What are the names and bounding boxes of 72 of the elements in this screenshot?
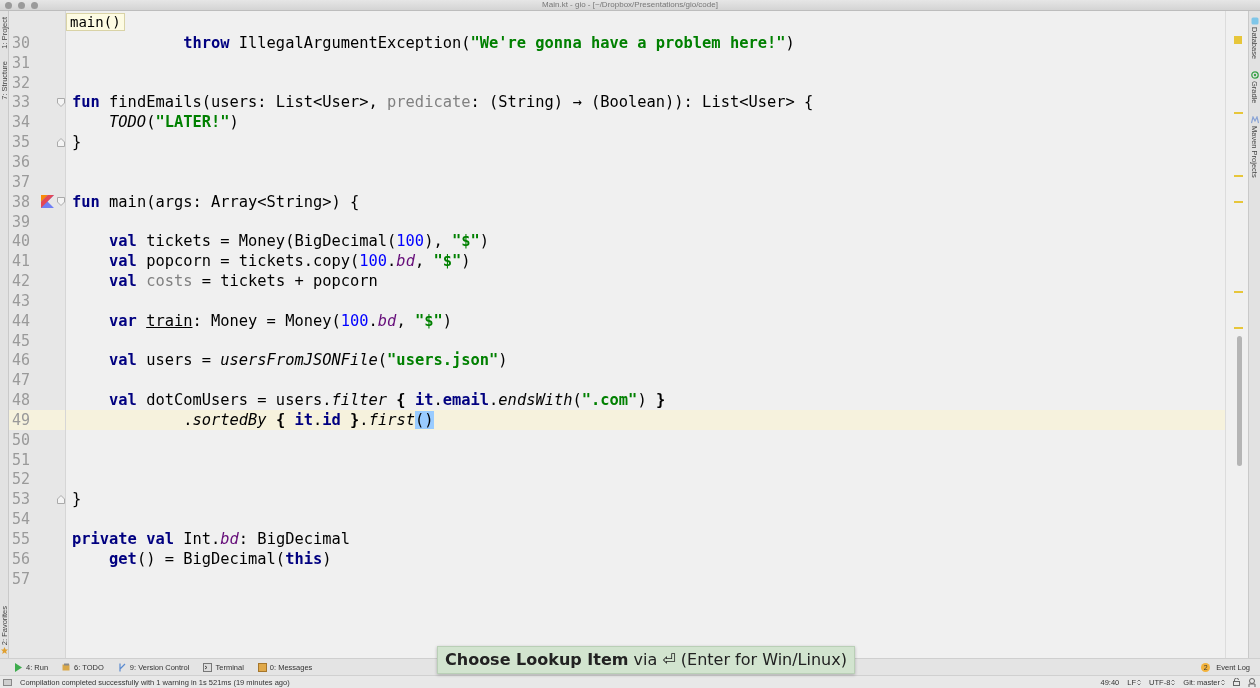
lock-icon bbox=[1233, 678, 1240, 686]
code-line: fun main(args: Array<String>) { bbox=[72, 192, 360, 211]
line-number: 55 bbox=[12, 530, 31, 548]
stripe-mark[interactable] bbox=[1234, 327, 1243, 329]
breadcrumb[interactable]: main() bbox=[66, 13, 125, 31]
line-number: 30 bbox=[12, 33, 31, 52]
kotlin-run-icon bbox=[41, 195, 54, 209]
database-icon bbox=[1250, 17, 1259, 25]
gradle-icon bbox=[1250, 71, 1259, 80]
line-number: 51 bbox=[12, 450, 31, 469]
code-line: var train: Money = Money(100.bd, "$") bbox=[108, 311, 453, 330]
code-line: val costs = tickets + popcorn bbox=[108, 272, 378, 291]
line-number: 56 bbox=[12, 549, 31, 568]
line-number: 47 bbox=[12, 371, 31, 390]
line-number: 31 bbox=[12, 53, 31, 72]
fold-icon bbox=[57, 97, 65, 107]
line-number: 49 bbox=[12, 410, 31, 429]
code-line: } bbox=[72, 490, 82, 509]
messages-icon bbox=[257, 662, 267, 672]
line-number: 54 bbox=[12, 510, 31, 529]
warning-indicator[interactable] bbox=[1234, 36, 1242, 44]
code-line: private val Int.bd: BigDecimal bbox=[72, 530, 351, 548]
star-icon bbox=[0, 647, 8, 654]
line-number: 34 bbox=[12, 113, 31, 132]
code-line: TODO("LATER!") bbox=[108, 113, 239, 132]
line-number: 37 bbox=[12, 172, 31, 191]
code-line: val tickets = Money(BigDecimal(100), "$") bbox=[108, 232, 490, 251]
stripe-mark[interactable] bbox=[1234, 291, 1243, 293]
line-number: 40 bbox=[12, 232, 31, 251]
inspector-icon bbox=[1248, 677, 1256, 687]
window-title: Main.kt - gio - [~/Dropbox/Presentations/gio/code] bbox=[542, 0, 718, 9]
line-number: 32 bbox=[12, 73, 31, 92]
stripe-mark[interactable] bbox=[1234, 112, 1243, 114]
code-line: val dotComUsers = users.filter { it.email.endsWith(".com") } bbox=[108, 391, 666, 410]
stripe-mark[interactable] bbox=[1234, 175, 1243, 177]
fold-icon bbox=[57, 197, 65, 207]
fold-icon bbox=[57, 137, 65, 147]
stripe-mark[interactable] bbox=[1234, 201, 1243, 203]
updown-icon bbox=[1137, 678, 1142, 686]
line-number: 43 bbox=[12, 291, 31, 310]
code-line: val popcorn = tickets.copy(100.bd, "$") bbox=[108, 252, 471, 271]
line-number: 46 bbox=[12, 351, 31, 370]
line-number: 52 bbox=[12, 470, 31, 489]
branch-icon bbox=[117, 662, 127, 672]
code-line: get() = BigDecimal(this) bbox=[108, 549, 332, 568]
fold-icon bbox=[57, 494, 65, 504]
line-number: 45 bbox=[12, 331, 31, 350]
line-number: 44 bbox=[12, 311, 31, 330]
line-number: 36 bbox=[12, 153, 31, 171]
line-number: 41 bbox=[12, 252, 31, 271]
code-line: fun findEmails(users: List<User>, predicate: (String) → (Boolean)): List<User> { bbox=[72, 93, 814, 112]
line-number: 53 bbox=[12, 490, 31, 509]
line-number: 33 bbox=[12, 93, 31, 112]
code-line: } bbox=[72, 133, 82, 152]
code-line: .sortedBy { it.id }.first() bbox=[182, 410, 434, 429]
code-line: val users = usersFromJSONFile("users.json") bbox=[108, 351, 508, 370]
line-number: 48 bbox=[12, 391, 31, 410]
line-number: 39 bbox=[12, 212, 31, 231]
line-number: 57 bbox=[12, 569, 31, 588]
line-number: 50 bbox=[12, 430, 31, 449]
line-number: 38 bbox=[12, 192, 31, 211]
scrollbar-thumb[interactable] bbox=[1237, 336, 1242, 466]
code-line: throw IllegalArgumentException("We're gonna have a problem here!") bbox=[182, 33, 795, 52]
letter-m-icon bbox=[1250, 115, 1259, 124]
updown-icon bbox=[1171, 678, 1176, 686]
terminal-icon bbox=[203, 662, 213, 672]
updown-icon bbox=[1221, 678, 1225, 686]
lookup-hint: Choose Lookup Item via ⏎ (Enter for Win/Linux) bbox=[437, 646, 855, 674]
line-number: 42 bbox=[12, 272, 31, 291]
todo-icon bbox=[62, 662, 72, 672]
play-icon bbox=[14, 662, 23, 672]
line-number: 35 bbox=[12, 133, 31, 152]
